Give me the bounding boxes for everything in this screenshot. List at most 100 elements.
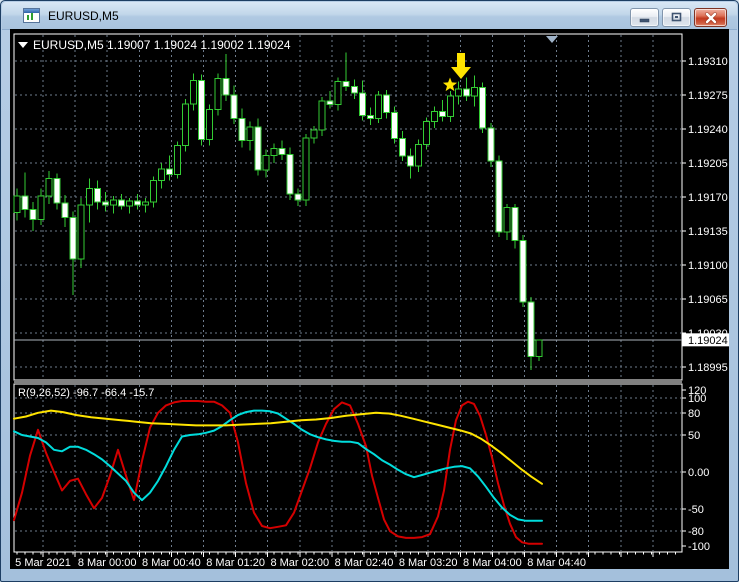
candle-body	[471, 86, 479, 97]
minimize-icon	[639, 18, 650, 23]
chart-canvas[interactable]: EURUSD,M5 1.19007 1.19024 1.19002 1.1902…	[10, 29, 729, 569]
terminal-window: EURUSD,M5 EURUSD,M5 1.19007 1.19024 1.19…	[0, 0, 739, 582]
chart-client-area: EURUSD,M5 1.19007 1.19024 1.19002 1.1902…	[10, 29, 729, 569]
candle-body	[358, 92, 366, 116]
candle-body	[158, 168, 166, 182]
candle-body	[254, 126, 262, 171]
chart-window-icon	[23, 8, 40, 23]
candle-body	[318, 100, 326, 131]
time-label: 8 Mar 00:00	[78, 557, 137, 569]
candle-body	[535, 339, 543, 357]
candle-body	[302, 137, 310, 201]
candle-body	[503, 207, 511, 233]
window-controls	[627, 8, 727, 27]
indicator-scale-label: 80	[688, 408, 700, 420]
time-label: 8 Mar 04:40	[527, 557, 586, 569]
price-label: 1.19240	[688, 124, 728, 136]
candle-body	[61, 202, 69, 218]
candle-body	[21, 195, 29, 211]
candle-body	[495, 160, 503, 233]
close-icon	[704, 11, 717, 24]
indicator-label: R(9,26,52) -96.7 -66.4 -15.7	[18, 387, 154, 399]
indicator-scale-label: 0.00	[688, 467, 709, 479]
candle-body	[423, 120, 431, 146]
candle-body	[342, 80, 350, 87]
candle-body	[455, 88, 463, 97]
candle-body	[262, 154, 270, 171]
candle-body	[270, 147, 278, 156]
candle-body	[117, 199, 125, 207]
candle-body	[166, 168, 174, 176]
candle-body	[463, 88, 471, 97]
candle-body	[214, 78, 222, 111]
candle-body	[222, 78, 230, 96]
candle-body	[77, 204, 85, 260]
close-button[interactable]	[694, 8, 727, 27]
candle-body	[479, 86, 487, 129]
candle-body	[382, 94, 390, 114]
indicator-scale-label: -50	[688, 504, 704, 516]
candle-body	[93, 187, 101, 203]
candle-body	[374, 94, 382, 119]
candle-body	[141, 201, 149, 206]
restore-icon	[671, 12, 682, 22]
candle-body	[310, 129, 318, 139]
candle-body	[29, 209, 37, 220]
candle-body	[13, 195, 21, 214]
price-label: 1.19310	[688, 56, 728, 68]
indicator-scale-label: -100	[688, 541, 710, 553]
candle-body	[45, 178, 53, 197]
candle-body	[206, 109, 214, 141]
candle-body	[350, 85, 358, 94]
candle-body	[326, 100, 334, 106]
candle-body	[398, 138, 406, 157]
time-label: 8 Mar 01:20	[206, 557, 265, 569]
candle-body	[390, 112, 398, 140]
candle-body	[53, 178, 61, 204]
price-label: 1.19205	[688, 158, 728, 170]
candle-body	[415, 144, 422, 167]
candle-body	[174, 145, 182, 176]
candle-body	[294, 193, 302, 201]
candle-body	[406, 155, 414, 167]
candle-body	[37, 195, 45, 220]
candle-body	[190, 79, 198, 105]
candle-body	[366, 114, 374, 119]
minimize-button[interactable]	[630, 8, 659, 27]
current-price-label: 1.19024	[688, 335, 728, 347]
candle-body	[133, 200, 141, 206]
candle-body	[69, 216, 77, 260]
candle-body	[246, 126, 254, 142]
candle-body	[85, 187, 93, 206]
chart-header-ohlc: EURUSD,M5 1.19007 1.19024 1.19002 1.1902…	[33, 38, 291, 52]
time-label: 5 Mar 2021	[15, 557, 71, 569]
time-label: 8 Mar 02:40	[335, 557, 394, 569]
candle-body	[101, 201, 109, 206]
candle-body	[519, 240, 527, 303]
candle-body	[230, 94, 238, 119]
candle-body	[334, 80, 342, 106]
time-label: 8 Mar 03:20	[399, 557, 458, 569]
time-label: 8 Mar 02:00	[270, 557, 329, 569]
price-label: 1.19065	[688, 294, 728, 306]
candle-body	[431, 111, 439, 122]
candle-body	[238, 117, 246, 142]
indicator-scale-label: 50	[688, 430, 700, 442]
time-label: 8 Mar 00:40	[142, 557, 201, 569]
candle-body	[447, 95, 455, 117]
candle-body	[286, 153, 294, 195]
price-label: 1.19135	[688, 226, 728, 238]
price-label: 1.19170	[688, 192, 728, 204]
time-label: 8 Mar 04:00	[463, 557, 522, 569]
candle-body	[278, 147, 286, 155]
price-label: 1.18995	[688, 362, 728, 374]
candle-body	[150, 180, 158, 203]
candle-body	[182, 103, 190, 147]
indicator-scale-label: -80	[688, 526, 704, 538]
window-title: EURUSD,M5	[48, 8, 119, 23]
window-titlebar[interactable]: EURUSD,M5	[2, 2, 737, 30]
candle-body	[198, 79, 206, 141]
maximize-button[interactable]	[662, 8, 691, 27]
price-label: 1.19100	[688, 260, 728, 272]
candle-body	[487, 127, 495, 162]
